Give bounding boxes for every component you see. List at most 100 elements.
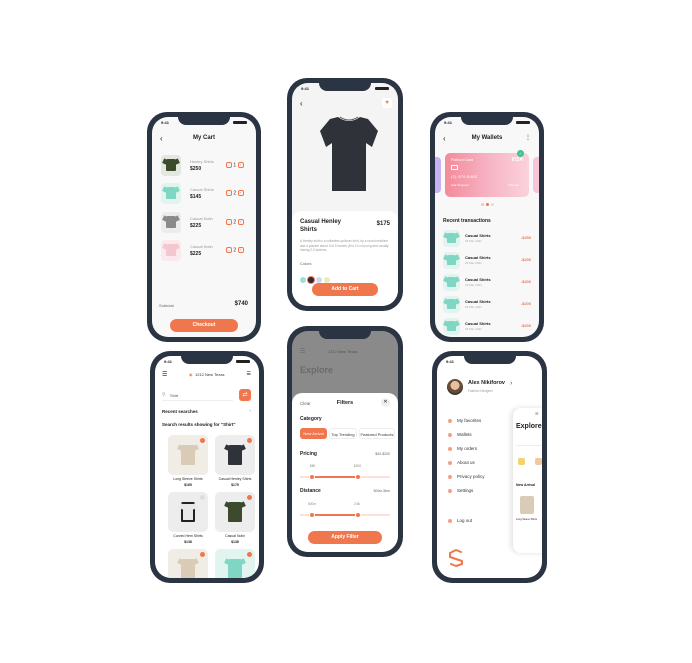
quantity-stepper[interactable]: - 2 +	[226, 190, 244, 196]
checkout-button[interactable]: Checkout	[170, 319, 238, 332]
distance-max-label: 2.5k	[354, 502, 361, 506]
page-title: My Cart	[192, 135, 215, 141]
quantity-stepper[interactable]: - 2 +	[226, 247, 244, 253]
explore-preview-panel: ☰ Explore New Arrival Long Sleeve Shirts	[513, 408, 542, 553]
transaction-thumbnail	[443, 318, 460, 335]
distance-slider-min-handle[interactable]	[309, 512, 315, 518]
product-card[interactable]	[215, 492, 255, 532]
transaction-amount: -$200	[520, 257, 531, 262]
chip-top-trending[interactable]: Top Trending	[329, 428, 357, 439]
increase-button[interactable]: +	[237, 219, 244, 225]
card-number: (2) 579 8483	[451, 174, 478, 179]
menu-item-wallets[interactable]: Wallets	[448, 432, 472, 437]
product-image	[228, 559, 242, 578]
product-card[interactable]	[168, 492, 208, 532]
increase-button[interactable]: +	[237, 162, 244, 168]
transaction-row[interactable]: Casual Shirts 23 Mar 2021 -$200	[443, 318, 531, 337]
decrease-button[interactable]: -	[226, 247, 232, 253]
filters-sheet: Clear Filters ✕ Category New Arrival Top…	[292, 393, 398, 552]
colors-label: Colors	[300, 261, 312, 266]
chevron-right-icon[interactable]: ›	[510, 380, 512, 387]
favorite-heart-icon[interactable]: ♥	[382, 98, 392, 108]
card-brand: VISA	[511, 157, 523, 163]
phone-cart: 9:41 ‹ My Cart Henley Shirts $250 - 1 + …	[147, 112, 261, 342]
filter-button[interactable]: ⇄	[239, 389, 251, 401]
notch	[319, 331, 371, 339]
info-icon	[448, 460, 452, 465]
decrease-button[interactable]: -	[226, 190, 232, 196]
menu-item-privacy[interactable]: Privacy policy	[448, 474, 485, 479]
menu-item-settings[interactable]: Settings	[448, 488, 473, 493]
increase-button[interactable]: +	[237, 247, 244, 253]
search-input[interactable]: ⚲ Shirt	[162, 390, 233, 401]
more-options-icon[interactable]: ⋮	[525, 134, 531, 141]
bag-icon	[448, 446, 452, 451]
favorite-icon[interactable]	[200, 495, 205, 500]
peek-title: Explore	[516, 423, 542, 430]
menu-item-about[interactable]: About us	[448, 460, 475, 465]
card-prev-peek	[435, 157, 441, 193]
close-icon[interactable]: ✕	[381, 398, 390, 407]
transaction-amount: -$200	[520, 323, 531, 328]
product-price: $175	[376, 221, 390, 227]
subtotal-label: Subtotal	[159, 303, 174, 308]
distance-slider-max-handle[interactable]	[355, 512, 361, 518]
product-card[interactable]	[215, 435, 255, 475]
avatar[interactable]	[447, 379, 463, 395]
favorite-icon[interactable]	[247, 438, 252, 443]
menu-item-favorites[interactable]: My favorites	[448, 418, 481, 423]
color-swatch[interactable]	[300, 277, 306, 283]
carousel-dot-active[interactable]	[485, 203, 489, 206]
notification-icon[interactable]: ☰	[247, 371, 251, 377]
product-price: $165	[184, 483, 192, 487]
transaction-row[interactable]: Casual Shirts 23 Mar 2021 -$200	[443, 252, 531, 272]
transaction-thumbnail	[443, 296, 460, 313]
menu-item-orders[interactable]: My orders	[448, 446, 477, 451]
subtotal-value: $740	[234, 301, 248, 307]
chip-new-arrival[interactable]: New Arrival	[300, 428, 327, 439]
decrease-button[interactable]: -	[226, 162, 232, 168]
logout-button[interactable]: Log out	[448, 518, 472, 523]
favorite-icon[interactable]	[247, 495, 252, 500]
increase-button[interactable]: +	[237, 190, 244, 196]
item-name: Casual Nolin	[190, 244, 213, 249]
transaction-date: 23 Mar 2021	[465, 305, 482, 309]
credit-card[interactable]: Platinum Card VISA (2) 579 8483 Isak Sim…	[445, 153, 529, 197]
favorite-icon[interactable]	[247, 552, 252, 557]
carousel-dot[interactable]	[490, 203, 494, 206]
search-query: Shirt	[170, 393, 179, 398]
quantity-value: 1	[233, 162, 237, 169]
product-card[interactable]	[168, 435, 208, 475]
location-text[interactable]: 1212 New Texas	[195, 372, 225, 377]
filters-screen: ☰ 1212 New Texas Explore Clear Filters ✕…	[292, 331, 398, 552]
peek-product-name: Long Sleeve Shirts	[516, 518, 537, 521]
color-swatch-selected[interactable]	[308, 277, 314, 283]
peek-section-title: New Arrival	[516, 483, 536, 487]
favorite-icon[interactable]	[200, 438, 205, 443]
pricing-slider-min-handle[interactable]	[309, 474, 315, 480]
menu-icon[interactable]: ☰	[162, 371, 167, 378]
apply-filter-button[interactable]: Apply Filter	[308, 531, 382, 544]
item-price: $250	[190, 166, 202, 172]
transaction-row[interactable]: Casual Shirts 23 Mar 2021 -$250	[443, 230, 531, 250]
results-title: Search results showing for "Shirt"	[162, 422, 236, 427]
item-price: $225	[190, 223, 202, 229]
chevron-right-icon[interactable]: ›	[249, 408, 251, 414]
back-icon[interactable]: ‹	[300, 99, 303, 108]
chip-featured-products[interactable]: Featured Products	[359, 428, 395, 439]
item-price: $225	[190, 251, 202, 257]
product-thumbnail	[161, 183, 181, 204]
quantity-stepper[interactable]: - 1 +	[226, 162, 244, 168]
product-card[interactable]	[168, 549, 208, 578]
product-card[interactable]	[215, 549, 255, 578]
product-price: $138	[231, 540, 239, 544]
decrease-button[interactable]: -	[226, 219, 232, 225]
background-title: Explore	[300, 365, 334, 375]
pricing-slider-max-handle[interactable]	[355, 474, 361, 480]
add-to-cart-button[interactable]: Add to Cart	[312, 283, 378, 296]
quantity-stepper[interactable]: - 2 +	[226, 219, 244, 225]
transaction-row[interactable]: Casual Shirts 23 Mar 2021 -$200	[443, 274, 531, 294]
carousel-dot[interactable]	[480, 203, 484, 206]
transaction-row[interactable]: Casual Shirts 23 Mar 2021 -$200	[443, 296, 531, 316]
favorite-icon[interactable]	[200, 552, 205, 557]
